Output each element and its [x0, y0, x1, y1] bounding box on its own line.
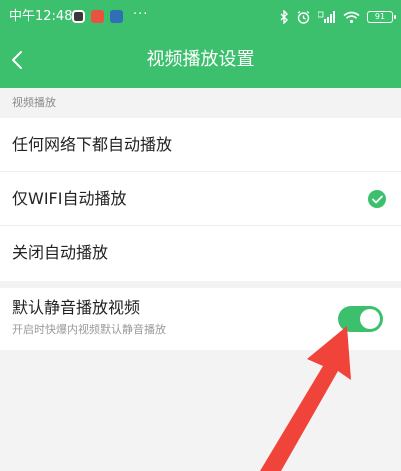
- mute-toggle[interactable]: [338, 306, 383, 332]
- bluetooth-icon: [280, 10, 288, 24]
- app-notification-icon: [72, 10, 85, 23]
- status-indicators: 91: [280, 9, 396, 25]
- app-notification-icon: [110, 10, 123, 23]
- option-autoplay-wifi-only[interactable]: 仅WIFI自动播放: [0, 172, 401, 226]
- option-label: 任何网络下都自动播放: [12, 135, 173, 154]
- option-label: 仅WIFI自动播放: [12, 189, 127, 208]
- header: 中午12:48 ··· 91 视频播放设置: [0, 0, 401, 88]
- autoplay-options: 任何网络下都自动播放 仅WIFI自动播放 关闭自动播放: [0, 118, 401, 281]
- page-title: 视频播放设置: [146, 49, 255, 70]
- app-notification-icon: [91, 10, 104, 23]
- mute-title: 默认静音播放视频: [12, 298, 141, 317]
- status-bar: 中午12:48 ··· 91: [0, 0, 401, 34]
- nav-bar: 视频播放设置: [0, 34, 401, 88]
- more-notifications-icon: ···: [133, 7, 149, 22]
- screen: 中午12:48 ··· 91 视频播放设置 视频播放 任何网络下都自动播放 仅W…: [0, 0, 401, 471]
- selected-check-icon: [368, 190, 386, 208]
- toggle-knob: [360, 309, 380, 329]
- wifi-icon: [343, 11, 360, 23]
- option-autoplay-off[interactable]: 关闭自动播放: [0, 226, 401, 280]
- battery-icon: 91: [367, 11, 396, 23]
- alarm-icon: [297, 10, 310, 24]
- option-label: 关闭自动播放: [12, 243, 109, 262]
- signal-icon: [318, 10, 335, 23]
- mute-setting-row: 默认静音播放视频 开启时快爆内视频默认静音播放: [0, 288, 401, 350]
- mute-description: 开启时快爆内视频默认静音播放: [12, 323, 166, 336]
- section-header: 视频播放: [0, 88, 401, 118]
- status-time: 中午12:48: [9, 9, 73, 24]
- option-autoplay-any-network[interactable]: 任何网络下都自动播放: [0, 118, 401, 172]
- section-title: 视频播放: [12, 96, 56, 109]
